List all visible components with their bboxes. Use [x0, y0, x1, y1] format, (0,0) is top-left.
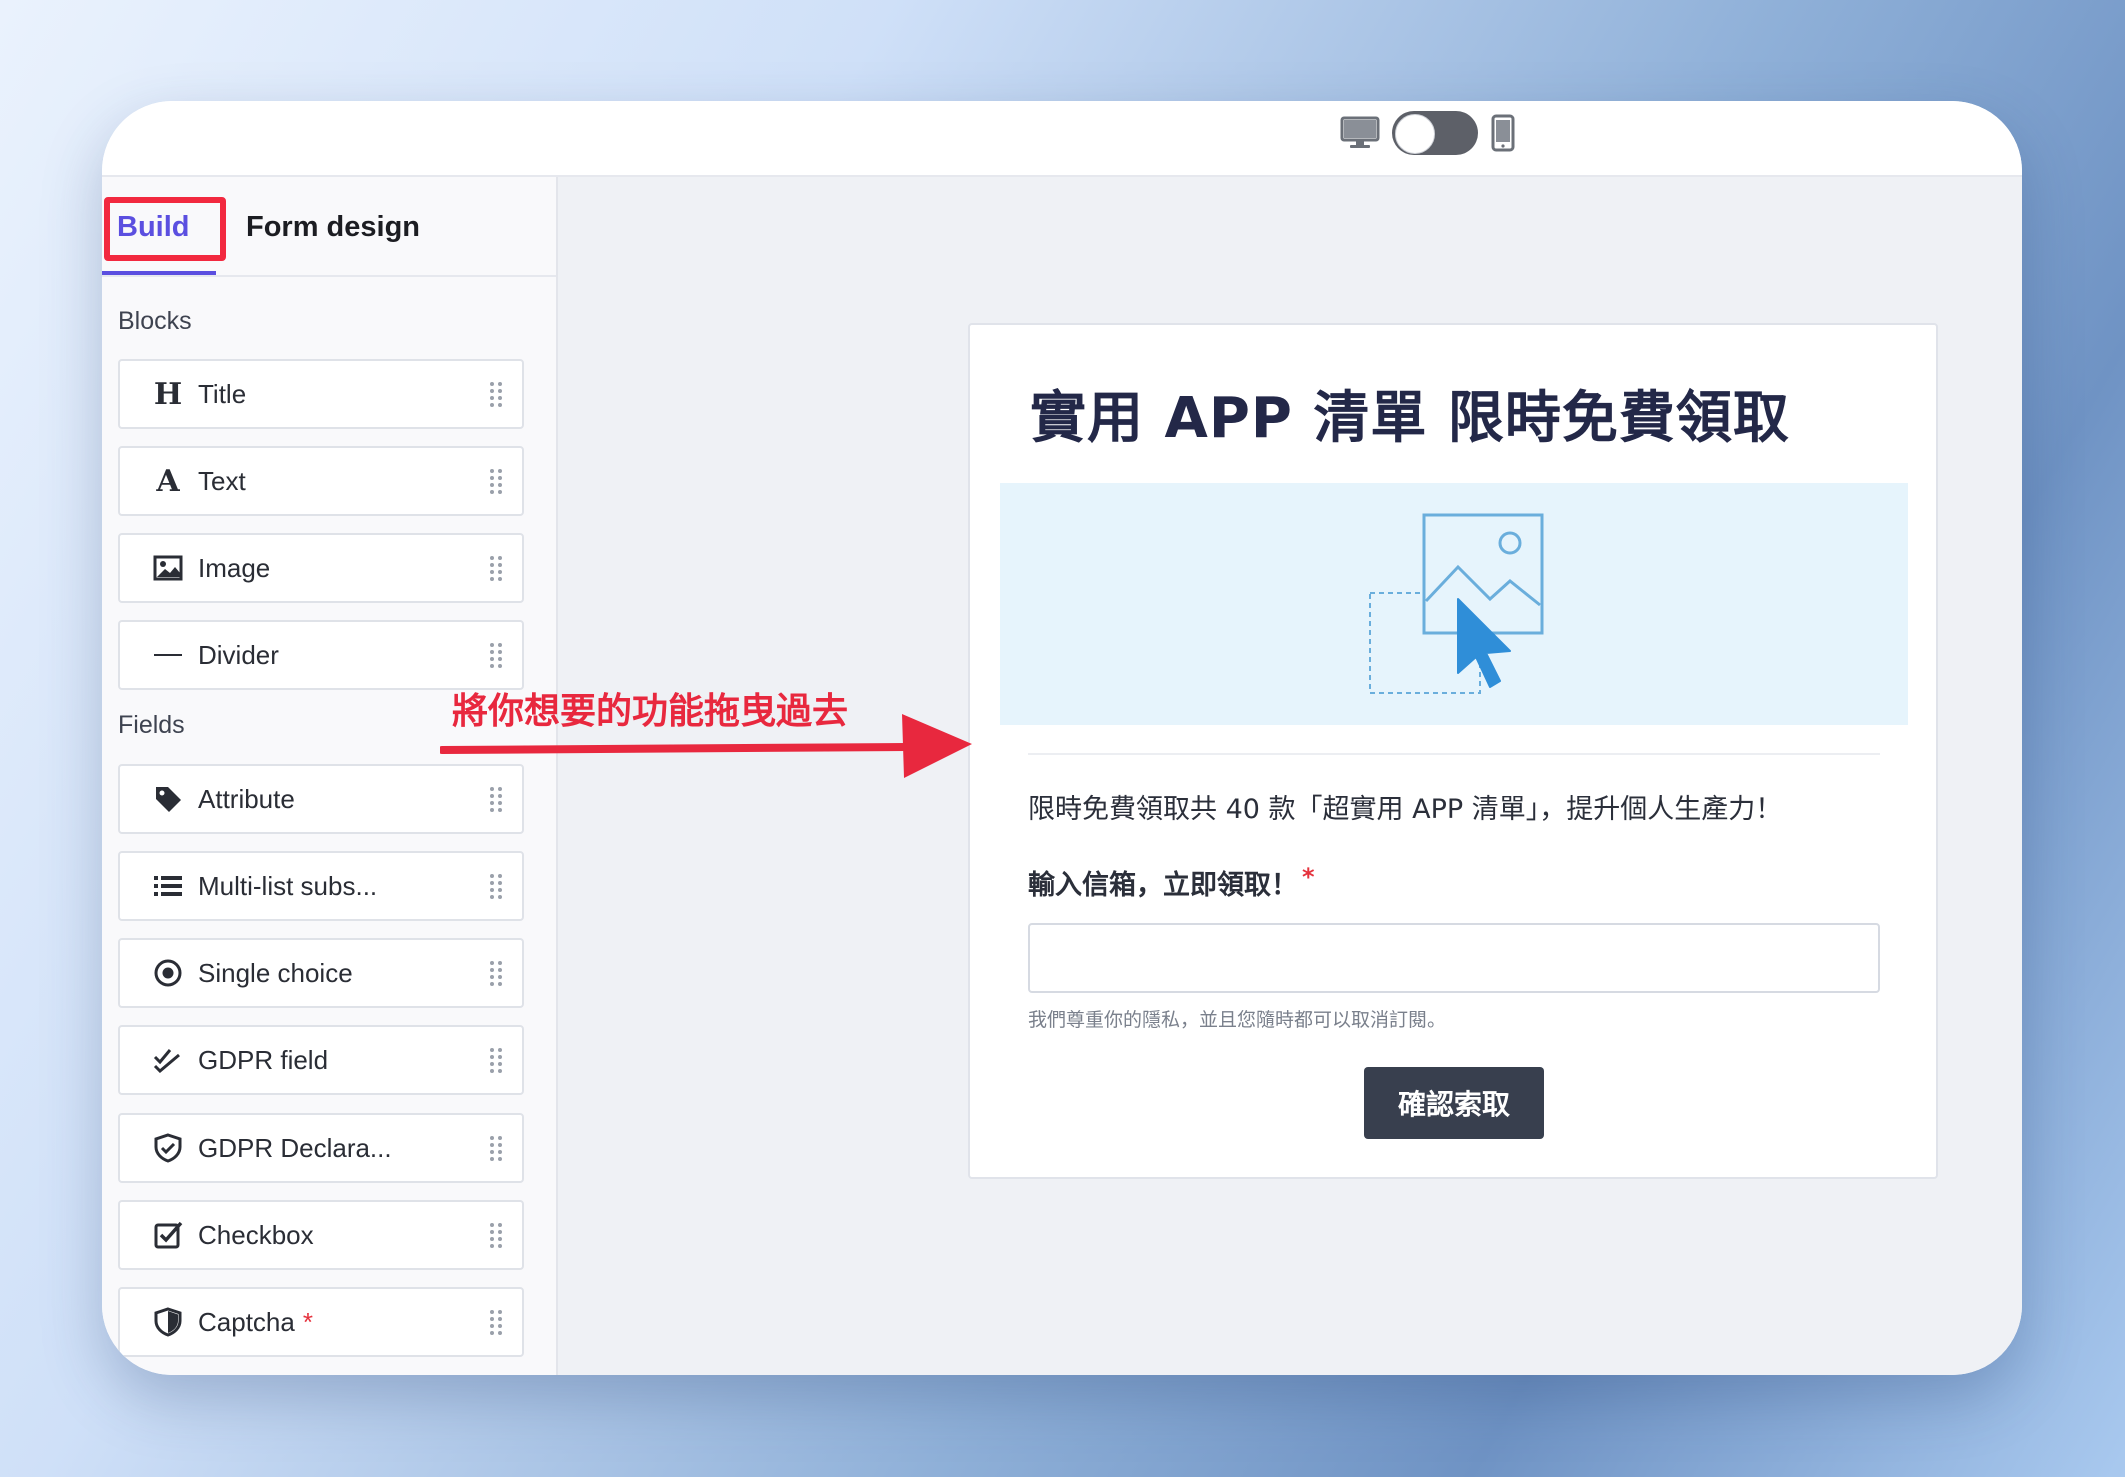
double-check-icon — [148, 1047, 188, 1073]
shield-icon — [148, 1307, 188, 1337]
field-captcha[interactable]: Captcha * — [118, 1287, 524, 1357]
text-icon: A — [148, 466, 188, 496]
drag-handle-icon[interactable] — [488, 641, 504, 676]
email-field-label: 輸入信箱，立即領取！ * — [1028, 863, 1315, 902]
drag-handle-icon[interactable] — [488, 872, 504, 907]
field-label-text: GDPR field — [198, 1044, 329, 1075]
block-divider[interactable]: Divider — [118, 620, 524, 690]
field-multi-list-subscription[interactable]: Multi-list subs... — [118, 851, 524, 921]
drag-handle-icon[interactable] — [488, 554, 504, 589]
sidebar-tabs: Build Form design — [102, 177, 556, 277]
field-gdpr-declaration[interactable]: GDPR Declara... — [118, 1113, 524, 1183]
radio-icon — [148, 958, 188, 988]
toggle-knob — [1395, 114, 1435, 154]
svg-text:A: A — [155, 466, 180, 496]
block-title[interactable]: H Title — [118, 359, 524, 429]
form-preview-card: 實用 APP 清單 限時免費領取 限時免費領取共 40 款「超實用 APP 清單… — [968, 323, 1938, 1179]
app-window: Build Form design Blocks H Title A Text — [102, 101, 2022, 1375]
mobile-icon[interactable] — [1490, 114, 1516, 152]
form-description: 限時免費領取共 40 款「超實用 APP 清單」，提升個人生產力！ — [1028, 794, 1783, 825]
desktop-icon[interactable] — [1340, 116, 1380, 150]
block-image[interactable]: Image — [118, 533, 524, 603]
drag-handle-icon[interactable] — [488, 1308, 504, 1343]
tab-form-design[interactable]: Form design — [246, 211, 420, 244]
required-asterisk: * — [302, 1306, 313, 1337]
image-placeholder[interactable] — [1000, 483, 1908, 725]
block-label: Title — [198, 378, 247, 409]
block-text[interactable]: A Text — [118, 446, 524, 516]
email-field-label-text: 輸入信箱，立即領取！ — [1028, 870, 1298, 901]
block-label: Divider — [198, 639, 279, 670]
active-tab-underline — [102, 271, 216, 275]
image-upload-icon — [1369, 513, 1544, 694]
tag-icon — [148, 784, 188, 814]
drag-handle-icon[interactable] — [488, 959, 504, 994]
privacy-note: 我們尊重你的隱私，並且您隨時都可以取消訂閱。 — [1028, 1009, 1447, 1031]
field-label-text: Captcha — [198, 1306, 295, 1337]
svg-text:H: H — [154, 379, 182, 409]
field-label-text: Checkbox — [198, 1219, 314, 1250]
top-bar — [102, 101, 2022, 177]
block-label: Text — [198, 465, 246, 496]
list-icon — [148, 874, 188, 898]
heading-icon: H — [148, 379, 188, 409]
shield-check-icon — [148, 1133, 188, 1163]
form-title: 實用 APP 清單 限時免費領取 — [1030, 386, 1790, 451]
drag-handle-icon[interactable] — [488, 467, 504, 502]
device-toggle[interactable] — [1392, 111, 1478, 155]
divider-icon — [148, 652, 188, 658]
field-checkbox[interactable]: Checkbox — [118, 1200, 524, 1270]
device-switch — [1340, 111, 1516, 155]
fields-section-label: Fields — [118, 711, 185, 739]
drag-handle-icon[interactable] — [488, 1134, 504, 1169]
build-tab-highlight-box — [104, 197, 226, 261]
field-label-text: Attribute — [198, 783, 295, 814]
field-single-choice[interactable]: Single choice — [118, 938, 524, 1008]
field-label-text: GDPR Declara... — [198, 1132, 392, 1163]
field-label-text: Single choice — [198, 957, 353, 988]
field-label-text: Multi-list subs... — [198, 870, 378, 901]
submit-button[interactable]: 確認索取 — [1364, 1067, 1544, 1139]
drag-handle-icon[interactable] — [488, 1046, 504, 1081]
annotation-arrow-icon — [440, 714, 972, 778]
image-icon — [148, 555, 188, 581]
block-label: Image — [198, 552, 271, 583]
required-asterisk: * — [1302, 863, 1315, 891]
drag-handle-icon[interactable] — [488, 1221, 504, 1256]
drag-handle-icon[interactable] — [488, 785, 504, 820]
email-field[interactable] — [1028, 923, 1880, 993]
drag-handle-icon[interactable] — [488, 380, 504, 415]
form-divider — [1028, 753, 1880, 755]
field-gdpr[interactable]: GDPR field — [118, 1025, 524, 1095]
blocks-section-label: Blocks — [118, 307, 192, 335]
checkbox-icon — [148, 1220, 188, 1250]
